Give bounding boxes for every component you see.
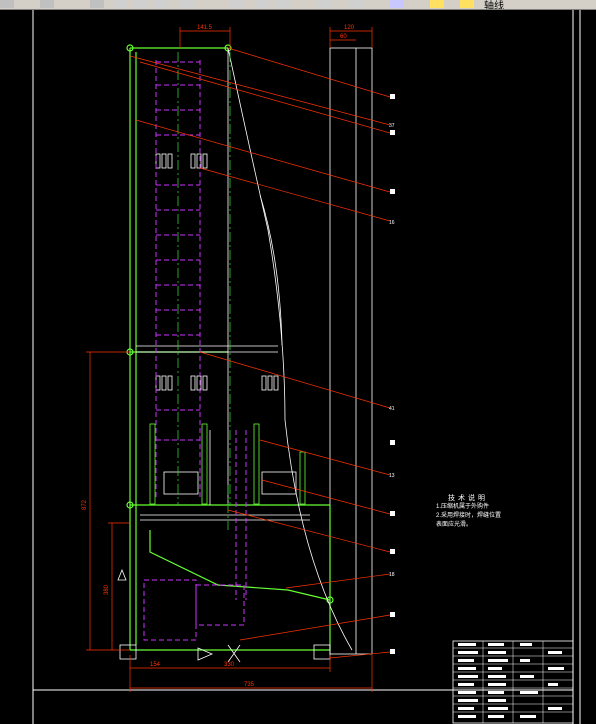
leader-41: 41 (389, 406, 395, 412)
layer-manager-icon[interactable] (390, 0, 404, 8)
leader-13: 13 (389, 473, 395, 479)
side-panel (329, 47, 373, 655)
layer-dropdown[interactable]: 轴线 (484, 0, 504, 9)
technical-notes: 技术说明 1.压缩机属于外购件 2.采用焊接时，焊缝位置 表面应光滑。 (436, 494, 501, 530)
cad-drawing: 141.5 120 60 872 380 154 330 735 37 16 4… (32, 10, 581, 724)
text-icon[interactable] (180, 0, 194, 8)
calculator-icon[interactable] (318, 0, 332, 8)
leader-lines (129, 47, 391, 659)
dim-left-lower: 380 (104, 584, 110, 595)
zoom-window-icon[interactable] (133, 0, 147, 8)
tool-palette-icon[interactable] (275, 0, 289, 8)
dim-bottom-left: 154 (150, 662, 161, 668)
title-block (452, 640, 574, 724)
notes-line-1: 1.压缩机属于外购件 (436, 504, 490, 510)
layer-state-icon[interactable] (460, 0, 474, 8)
dimension-labels: 141.5 120 60 872 380 154 330 735 (82, 25, 355, 688)
layer-state-icon[interactable] (430, 0, 444, 8)
toolbar-button[interactable] (0, 0, 14, 8)
drawing-frame (32, 10, 581, 724)
toolbar-button[interactable] (40, 0, 54, 8)
notes-line-2: 2.采用焊接时，焊缝位置 (436, 513, 502, 519)
notes-line-3: 表面应光滑。 (436, 522, 473, 528)
help-icon[interactable] (350, 0, 364, 8)
vent-slots (155, 153, 279, 391)
properties-icon[interactable] (230, 0, 244, 8)
dim-bottom-mid: 330 (224, 662, 235, 668)
dim-bottom-total: 735 (244, 682, 255, 688)
dimension-lines (86, 27, 373, 692)
dim-top-right-2: 60 (340, 34, 347, 40)
dim-top-right-1: 120 (344, 25, 355, 31)
internal-structure (136, 47, 353, 651)
zoom-icon[interactable] (113, 0, 127, 8)
toolbar-button[interactable] (90, 0, 104, 8)
leader-18: 18 (389, 572, 395, 578)
casters (117, 568, 331, 663)
design-center-icon[interactable] (255, 0, 269, 8)
cad-toolbar: 轴线 (0, 0, 596, 10)
notes-title: 技术说明 (448, 495, 488, 502)
leader-16: 16 (389, 220, 395, 226)
slide-rails (149, 423, 306, 505)
leader-37: 37 (389, 123, 395, 129)
leader-markers (390, 94, 395, 654)
dim-left-height: 872 (82, 499, 88, 510)
centerlines (177, 52, 231, 530)
dim-top-width: 141.5 (197, 25, 213, 31)
zoom-previous-icon[interactable] (153, 0, 167, 8)
